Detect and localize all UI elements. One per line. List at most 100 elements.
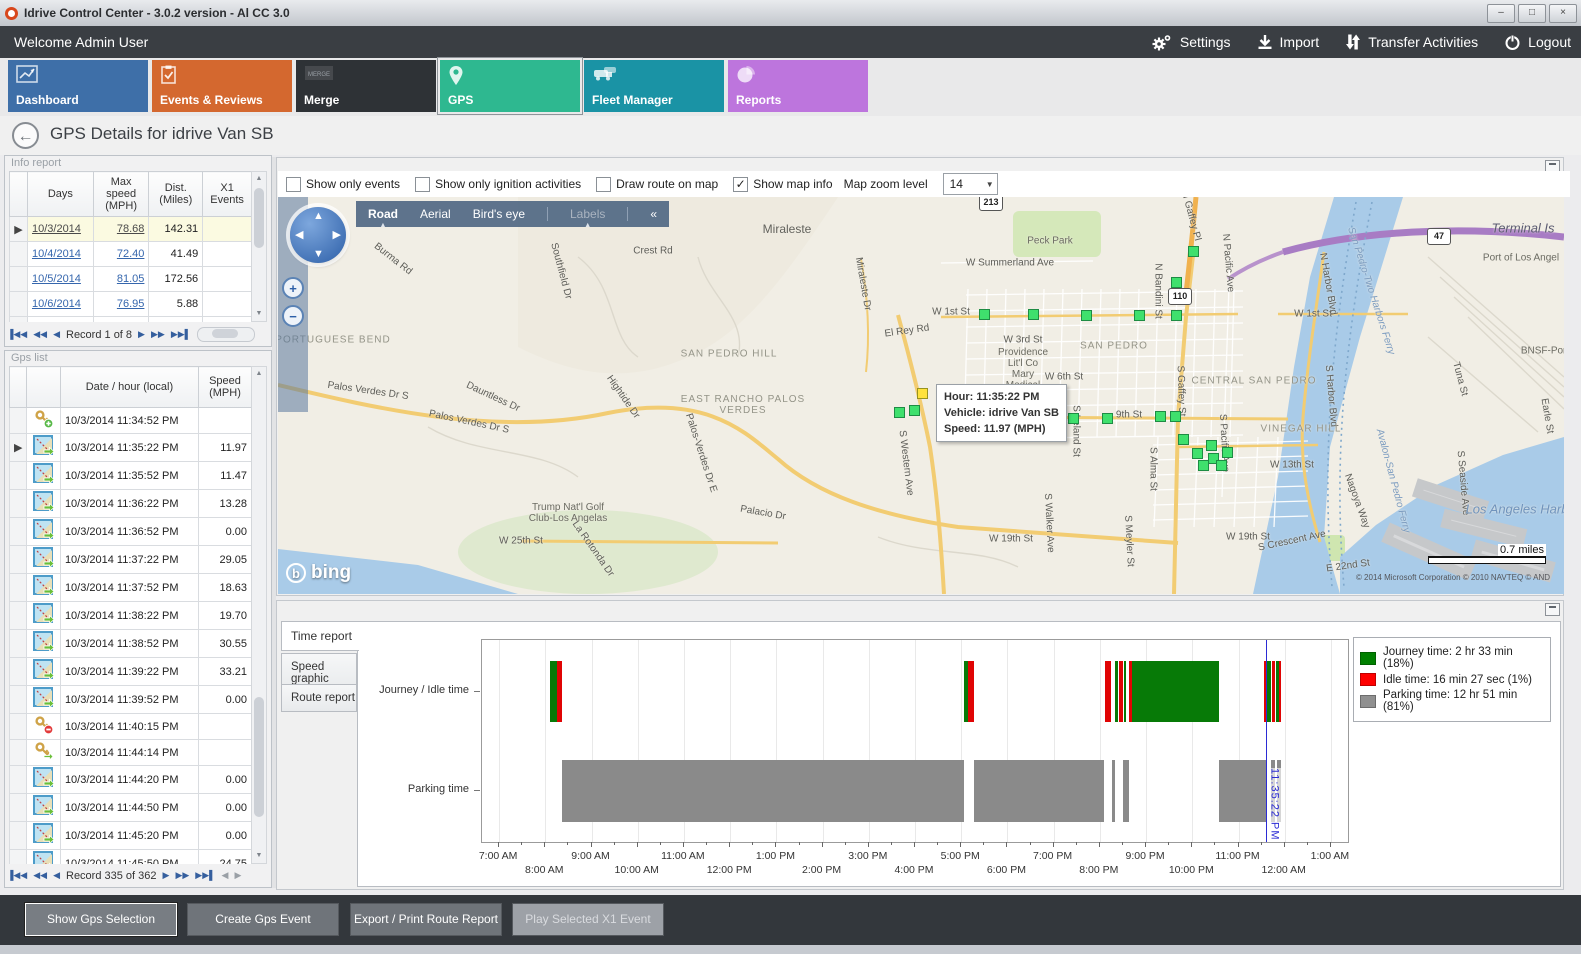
gps-list-row[interactable]: 10/3/2014 11:36:52 PM0.00 <box>10 518 252 546</box>
pager-first-button[interactable]: ▐◀◀ <box>7 870 27 881</box>
tab-merge[interactable]: MERGEMerge <box>296 60 436 112</box>
gps-marker[interactable] <box>979 309 990 320</box>
gps-marker[interactable] <box>1206 440 1217 451</box>
info-report-row[interactable]: ▶10/3/201478.68142.31 <box>10 217 252 242</box>
info-report-row[interactable]: 10/4/201472.4041.49 <box>10 242 252 267</box>
max-speed-link[interactable]: 72.40 <box>117 248 145 260</box>
map-zoom-out-button[interactable]: − <box>282 305 304 327</box>
pager-next-button[interactable]: ▶ <box>163 870 170 881</box>
minimize-button[interactable]: – <box>1487 4 1515 23</box>
gps-list-scrollbar[interactable]: ▲▼ <box>251 366 267 864</box>
selected-gps-marker[interactable] <box>917 388 928 399</box>
gps-marker[interactable] <box>1222 447 1233 458</box>
map-bar-collapse-button[interactable]: « <box>650 207 657 221</box>
checkbox-box[interactable] <box>415 177 430 192</box>
pager-hscroll-right[interactable]: ▶ <box>234 870 241 881</box>
info-report-row[interactable]: 10/6/201476.955.88 <box>10 292 252 317</box>
map-style-road[interactable]: Road▲ <box>368 207 398 221</box>
gps-marker[interactable] <box>1155 411 1166 422</box>
map-compass-control[interactable]: ▲▼ ◀▶ <box>290 207 346 263</box>
info-report-row[interactable]: 10/7/201468.6212.99 <box>10 317 252 323</box>
gps-marker[interactable] <box>1170 411 1181 422</box>
gps-marker[interactable] <box>1102 413 1113 424</box>
max-speed-link[interactable]: 78.68 <box>117 223 145 235</box>
top-action-import[interactable]: Import <box>1257 34 1320 50</box>
gps-marker[interactable] <box>1068 413 1079 424</box>
gps-list-row[interactable]: 10/3/2014 11:37:22 PM29.05 <box>10 546 252 574</box>
day-link[interactable]: 10/3/2014 <box>32 223 81 235</box>
close-button[interactable]: × <box>1549 4 1577 23</box>
pager-prev-page-button[interactable]: ◀◀ <box>33 329 47 340</box>
pager-first-button[interactable]: ▐◀◀ <box>7 329 27 340</box>
checkbox-box[interactable]: ✓ <box>733 177 748 192</box>
pager-prev-page-button[interactable]: ◀◀ <box>33 870 47 881</box>
tab-dashboard[interactable]: Dashboard <box>8 60 148 112</box>
pager-last-button[interactable]: ▶▶▌ <box>171 329 191 340</box>
gps-list-row[interactable]: 10/3/2014 11:44:50 PM0.00 <box>10 794 252 822</box>
gps-list-row[interactable]: 10/3/2014 11:40:15 PM <box>10 714 252 740</box>
footer-button-show-gps-selection[interactable]: Show Gps Selection <box>25 903 177 936</box>
top-action-transfer-activities[interactable]: Transfer Activities <box>1345 33 1478 51</box>
gps-list-row[interactable]: 10/3/2014 11:37:52 PM18.63 <box>10 574 252 602</box>
gps-list-row[interactable]: 10/3/2014 11:39:52 PM0.00 <box>10 686 252 714</box>
gps-list-row[interactable]: 10/3/2014 11:35:52 PM11.47 <box>10 462 252 490</box>
top-action-settings[interactable]: Settings <box>1151 33 1231 51</box>
gps-list-row[interactable]: 10/3/2014 11:45:20 PM0.00 <box>10 822 252 850</box>
gps-marker[interactable] <box>1178 434 1189 445</box>
map-style-aerial[interactable]: Aerial <box>420 207 451 221</box>
pager-prev-button[interactable]: ◀ <box>53 870 60 881</box>
gps-list-row[interactable]: 10/3/2014 11:38:22 PM19.70 <box>10 602 252 630</box>
tab-fleet-manager[interactable]: Fleet Manager <box>584 60 724 112</box>
tab-events-reviews[interactable]: Events & Reviews <box>152 60 292 112</box>
gps-list-row[interactable]: 10/3/2014 11:38:52 PM30.55 <box>10 630 252 658</box>
gps-list-row[interactable]: 10/3/2014 11:44:14 PM <box>10 740 252 766</box>
map-style-birdseye[interactable]: Bird's eye <box>473 207 525 221</box>
chart-tab-route-report[interactable]: Route report <box>281 684 357 712</box>
gps-marker[interactable] <box>1192 448 1203 459</box>
day-link[interactable]: 10/5/2014 <box>32 273 81 285</box>
pager-hscroll-left[interactable]: ◀ <box>222 870 229 881</box>
checkbox-box[interactable] <box>286 177 301 192</box>
gps-marker[interactable] <box>1134 310 1145 321</box>
map-zoom-in-button[interactable]: + <box>282 277 304 299</box>
map-style-labels[interactable]: Labels▲ <box>570 207 605 221</box>
footer-button-export-print-route-report[interactable]: Export / Print Route Report <box>350 903 502 936</box>
map-view[interactable]: MiralestePeck ParkW Summerland AveCrest … <box>278 197 1564 594</box>
pager-prev-button[interactable]: ◀ <box>53 329 60 340</box>
max-speed-link[interactable]: 76.95 <box>117 298 145 310</box>
gps-marker[interactable] <box>1171 277 1182 288</box>
gps-marker[interactable] <box>1081 310 1092 321</box>
back-button[interactable]: ← <box>12 122 39 149</box>
gps-list-row[interactable]: 10/3/2014 11:45:50 PM24.75 <box>10 850 252 865</box>
gps-marker[interactable] <box>894 407 905 418</box>
gps-marker[interactable] <box>1171 310 1182 321</box>
pager-last-button[interactable]: ▶▶▌ <box>195 870 215 881</box>
checkbox-show-only-events[interactable]: Show only events <box>286 177 400 192</box>
checkbox-box[interactable] <box>596 177 611 192</box>
info-report-scrollbar[interactable]: ▲▼ <box>251 171 267 322</box>
pager-next-page-button[interactable]: ▶▶ <box>151 329 165 340</box>
chart-panel-collapse-button[interactable] <box>1545 603 1560 616</box>
gps-marker[interactable] <box>1188 246 1199 257</box>
pager-next-button[interactable]: ▶ <box>138 329 145 340</box>
tab-gps[interactable]: GPS <box>440 60 580 112</box>
info-report-row[interactable]: 10/5/201481.05172.56 <box>10 267 252 292</box>
gps-marker[interactable] <box>909 405 920 416</box>
pager-next-page-button[interactable]: ▶▶ <box>175 870 189 881</box>
info-report-table[interactable]: DaysMaxspeed(MPH)Dist.(Miles)X1 Events▶1… <box>9 171 252 322</box>
tab-reports[interactable]: Reports <box>728 60 868 112</box>
checkbox-show-map-info[interactable]: ✓Show map info <box>733 177 832 192</box>
chart-tab-time-report[interactable]: Time report <box>281 621 359 651</box>
gps-marker[interactable] <box>1028 309 1039 320</box>
gps-list-table[interactable]: Date / hour (local)Speed(MPH)10/3/2014 1… <box>9 366 252 864</box>
gps-list-row[interactable]: 10/3/2014 11:44:20 PM0.00 <box>10 766 252 794</box>
gps-marker[interactable] <box>1216 460 1227 471</box>
max-speed-link[interactable]: 81.05 <box>117 273 145 285</box>
top-action-logout[interactable]: Logout <box>1504 34 1571 51</box>
info-report-hscrollbar[interactable] <box>197 327 255 342</box>
day-link[interactable]: 10/6/2014 <box>32 298 81 310</box>
gps-list-row[interactable]: ▶10/3/2014 11:35:22 PM11.97 <box>10 434 252 462</box>
gps-list-row[interactable]: 10/3/2014 11:39:22 PM33.21 <box>10 658 252 686</box>
checkbox-show-only-ignition-activities[interactable]: Show only ignition activities <box>415 177 581 192</box>
footer-button-create-gps-event[interactable]: Create Gps Event <box>187 903 339 936</box>
